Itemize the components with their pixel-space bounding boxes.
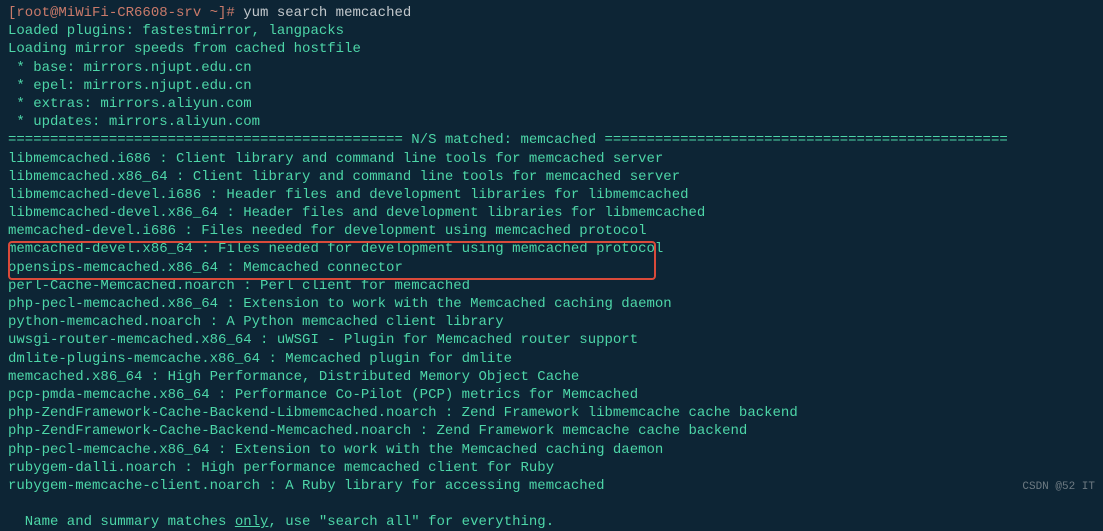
mirror-line: * epel: mirrors.njupt.edu.cn [8, 77, 1095, 95]
output-plugins: Loaded plugins: fastestmirror, langpacks [8, 22, 1095, 40]
result-line: rubygem-dalli.noarch : High performance … [8, 459, 1095, 477]
result-line: libmemcached-devel.x86_64 : Header files… [8, 204, 1095, 222]
result-line: perl-Cache-Memcached.noarch : Perl clien… [8, 277, 1095, 295]
result-line: opensips-memcached.x86_64 : Memcached co… [8, 259, 1095, 277]
result-line: php-ZendFramework-Cache-Backend-Libmemca… [8, 404, 1095, 422]
terminal-prompt-line[interactable]: [root@MiWiFi-CR6608-srv ~]# yum search m… [8, 4, 1095, 22]
result-line: rubygem-memcache-client.noarch : A Ruby … [8, 477, 1095, 495]
blank-line [8, 495, 1095, 513]
result-line: uwsgi-router-memcached.x86_64 : uWSGI - … [8, 331, 1095, 349]
output-loading: Loading mirror speeds from cached hostfi… [8, 40, 1095, 58]
mirror-line: * base: mirrors.njupt.edu.cn [8, 59, 1095, 77]
command-text: yum search memcached [243, 5, 411, 21]
prompt-separator [235, 5, 243, 21]
mirror-line: * extras: mirrors.aliyun.com [8, 95, 1095, 113]
result-line: php-pecl-memcache.x86_64 : Extension to … [8, 441, 1095, 459]
result-line: python-memcached.noarch : A Python memca… [8, 313, 1095, 331]
result-line: memcached-devel.i686 : Files needed for … [8, 222, 1095, 240]
footer-hint: Name and summary matches only, use "sear… [8, 513, 1095, 531]
result-line: php-pecl-memcached.x86_64 : Extension to… [8, 295, 1095, 313]
result-line: libmemcached.x86_64 : Client library and… [8, 168, 1095, 186]
result-line: memcached-devel.x86_64 : Files needed fo… [8, 240, 1095, 258]
result-line: libmemcached-devel.i686 : Header files a… [8, 186, 1095, 204]
result-line: dmlite-plugins-memcache.x86_64 : Memcach… [8, 350, 1095, 368]
mirror-line: * updates: mirrors.aliyun.com [8, 113, 1095, 131]
result-line: php-ZendFramework-Cache-Backend-Memcache… [8, 422, 1095, 440]
result-line: libmemcached.i686 : Client library and c… [8, 150, 1095, 168]
prompt-user-host: [root@MiWiFi-CR6608-srv ~]# [8, 5, 235, 21]
result-line: pcp-pmda-memcache.x86_64 : Performance C… [8, 386, 1095, 404]
footer-only-word: only [235, 514, 269, 530]
result-line: memcached.x86_64 : High Performance, Dis… [8, 368, 1095, 386]
match-header: ========================================… [8, 131, 1095, 149]
watermark-text: CSDN @52 IT [1022, 480, 1095, 494]
